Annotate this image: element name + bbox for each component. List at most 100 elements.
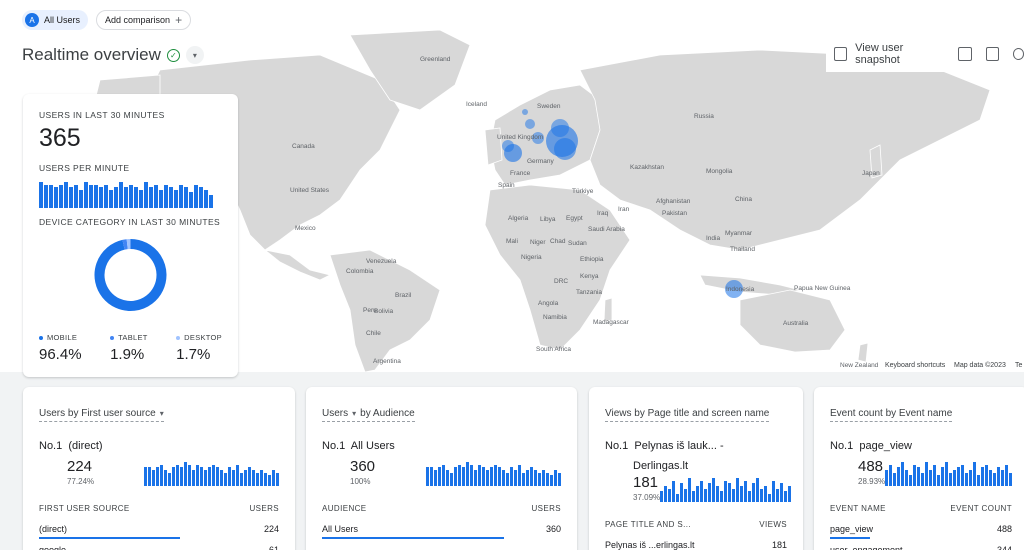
users-caption: USERS IN LAST 30 MINUTES [39,110,165,120]
mini-chart-bar [969,470,973,486]
segment-chip-all-users[interactable]: A All Users [22,10,89,30]
mini-chart-bar [534,470,537,486]
column-header-name[interactable]: EVENT NAME [830,504,886,513]
customize-report-icon[interactable] [985,47,999,61]
fullscreen-icon[interactable] [958,47,972,61]
column-header-name[interactable]: PAGE TITLE AND S... [605,520,691,529]
mini-chart-bar [965,472,969,486]
mini-chart-bar [929,470,933,486]
title-dropdown-button[interactable]: ▾ [185,46,204,64]
mini-chart-bar [925,462,929,486]
device-value: 96.4% [39,346,82,363]
top-item-name: All Users [350,440,395,452]
map-country-label: Iran [618,206,630,213]
page-title-row: Realtime overview ✓ ▾ [22,45,204,65]
top-item-name-line2: Derlingas.lt [633,460,689,472]
card-title-dropdown[interactable]: Event count by Event name [830,408,953,422]
column-header-value[interactable]: USERS [531,504,561,513]
table-row[interactable]: (direct) 224 [39,524,279,539]
card-title-dropdown[interactable]: Users ▾ by Audience [322,408,415,422]
mini-chart-bar [981,467,985,486]
mini-chart-bar [442,464,445,486]
map-country-label: Venezuela [366,258,397,265]
add-comparison-button[interactable]: Add comparison + [96,10,192,30]
mini-chart-bar [252,470,255,486]
card-mini-chart[interactable] [426,462,561,486]
view-user-snapshot-button[interactable]: View user snapshot [855,42,944,66]
keyboard-shortcuts-link[interactable]: Keyboard shortcuts [885,362,945,369]
card-title: Event count by Event name [830,408,953,419]
map-country-label: Mongolia [706,168,733,175]
mini-chart-bar [1009,472,1013,486]
map-country-label: Papua New Guinea [794,285,851,292]
map-country-label: Greenland [420,56,451,63]
column-header-value[interactable]: USERS [249,504,279,513]
mini-chart-bar [426,467,429,486]
mini-chart-bar [776,488,780,502]
mini-chart-bar [228,467,231,486]
mini-chart-bar [498,467,501,486]
mini-chart-bar [530,467,533,486]
mini-chart-bar [760,488,764,502]
row-value: 488 [996,524,1012,534]
table-row[interactable]: page_view 488 [830,524,1012,539]
top-item-percent: 37.09% [633,493,661,502]
mini-chart-bar [989,470,993,486]
mini-chart-bar [985,464,989,486]
mini-chart-bar [748,491,752,502]
metric-card: Event count by Event name No.1 page_view… [814,387,1024,550]
mini-chart-bar [997,467,1001,486]
location-bubble [502,140,514,152]
per-minute-bar [99,187,103,208]
mini-chart-bar [152,470,155,486]
row-share-bar [322,537,504,539]
table-header: FIRST USER SOURCE USERS [39,504,279,513]
top-item-name: Pelynas iš lauk... - [634,440,724,452]
per-minute-bar [134,187,138,208]
mini-chart-bar [276,472,279,486]
column-header-name[interactable]: AUDIENCE [322,504,367,513]
device-caption: DEVICE CATEGORY IN LAST 30 MINUTES [39,217,221,227]
card-title-dropdown[interactable]: Users by First user source ▾ [39,408,164,422]
mini-chart-bar [704,488,708,502]
mini-chart-bar [192,470,195,486]
mini-chart-bar [188,464,191,486]
table-row[interactable]: Pelynas iš ...erlingas.lt 181 [605,540,787,550]
device-donut-chart[interactable] [39,235,222,313]
mini-chart-bar [220,470,223,486]
mini-chart-bar [917,467,921,486]
map-country-label: New Zealand [840,362,879,369]
table-row[interactable]: user_engagement 344 [830,545,1012,550]
mini-chart-bar [1005,464,1009,486]
mini-chart-bar [885,470,889,486]
column-header-value[interactable]: VIEWS [759,520,787,529]
map-terms-link[interactable]: Te [1015,362,1022,369]
rank-label: No.1 [605,440,629,452]
card-mini-chart[interactable] [660,478,792,502]
table-row[interactable]: google 61 [39,545,279,550]
mini-chart-bar [937,475,941,486]
mini-chart-bar [514,470,517,486]
column-header-value[interactable]: EVENT COUNT [950,504,1012,513]
card-mini-chart[interactable] [144,462,279,486]
mini-chart-bar [752,483,756,502]
map-country-label: Japan [862,170,880,177]
map-country-label: Kenya [580,273,599,280]
plus-icon: + [175,13,183,27]
map-country-label: Iraq [597,210,609,217]
mini-chart-bar [490,467,493,486]
row-value: 181 [771,540,787,550]
table-row[interactable]: All Users 360 [322,524,561,539]
per-minute-bar [59,184,63,208]
mini-chart-bar [712,478,716,502]
mini-chart-bar [768,494,772,502]
row-name: All Users [322,524,359,534]
card-mini-chart[interactable] [885,462,1013,486]
per-minute-bar [144,182,148,208]
per-minute-bar [189,192,193,208]
card-title-dropdown[interactable]: Views by Page title and screen name [605,408,770,422]
share-icon[interactable] [1012,48,1024,60]
mini-chart-bar [672,480,676,502]
column-header-name[interactable]: FIRST USER SOURCE [39,504,130,513]
users-per-minute-chart[interactable] [39,182,222,208]
